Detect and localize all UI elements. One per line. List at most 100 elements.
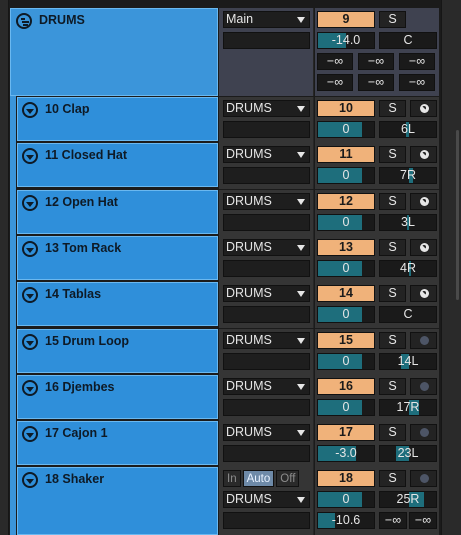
- arm-button[interactable]: [410, 193, 437, 210]
- track-header[interactable]: 13 Tom Rack: [17, 236, 218, 280]
- arm-button[interactable]: [410, 285, 437, 302]
- track-number[interactable]: 18: [317, 470, 375, 487]
- solo-button[interactable]: S: [379, 424, 406, 441]
- track-header[interactable]: 18 Shaker: [17, 467, 218, 535]
- volume-field[interactable]: 0: [317, 306, 375, 323]
- volume-field[interactable]: 0: [317, 491, 375, 508]
- track-header[interactable]: 17 Cajon 1: [17, 421, 218, 465]
- track-output-channel-dropdown[interactable]: [223, 399, 310, 416]
- fold-track-icon[interactable]: [22, 241, 38, 257]
- fold-track-icon[interactable]: [22, 148, 38, 164]
- pan-field[interactable]: 3L: [379, 214, 437, 231]
- track-number[interactable]: 17: [317, 424, 375, 441]
- pan-field[interactable]: 6L: [379, 121, 437, 138]
- track-output-channel-dropdown[interactable]: [223, 445, 310, 462]
- send-b[interactable]: −∞: [409, 512, 437, 529]
- solo-button[interactable]: S: [379, 100, 406, 117]
- arm-button[interactable]: [410, 424, 437, 441]
- fold-track-icon[interactable]: [22, 102, 38, 118]
- track-output-channel-dropdown[interactable]: [223, 353, 310, 370]
- track-output-dropdown[interactable]: DRUMS: [223, 146, 310, 163]
- group-track-header[interactable]: DRUMS: [10, 8, 218, 96]
- group-volume-field[interactable]: -14.0: [317, 32, 375, 49]
- track-output-channel-dropdown[interactable]: [223, 306, 310, 323]
- group-track-number[interactable]: 9: [317, 11, 375, 28]
- solo-button[interactable]: S: [379, 285, 406, 302]
- solo-button[interactable]: S: [379, 239, 406, 256]
- fold-track-icon[interactable]: [22, 195, 38, 211]
- track-header[interactable]: 14 Tablas: [17, 282, 218, 326]
- track-header[interactable]: 16 Djembes: [17, 375, 218, 419]
- track-header[interactable]: 12 Open Hat: [17, 190, 218, 234]
- fold-track-icon[interactable]: [22, 287, 38, 303]
- track-header[interactable]: 15 Drum Loop: [17, 329, 218, 373]
- track-output-channel-dropdown[interactable]: [223, 260, 310, 277]
- track-output-dropdown[interactable]: DRUMS: [223, 100, 310, 117]
- group-output-dropdown[interactable]: Main: [223, 11, 310, 28]
- group-solo-button[interactable]: S: [379, 11, 406, 28]
- extra-volume-field[interactable]: -10.6: [317, 512, 375, 529]
- volume-field[interactable]: 0: [317, 260, 375, 277]
- track-number[interactable]: 14: [317, 285, 375, 302]
- monitor-in-button[interactable]: In: [223, 470, 241, 487]
- volume-field[interactable]: 0: [317, 214, 375, 231]
- arm-button[interactable]: [410, 100, 437, 117]
- group-send-e[interactable]: −∞: [358, 74, 394, 91]
- track-output-channel-dropdown[interactable]: [223, 121, 310, 138]
- track-output-dropdown[interactable]: DRUMS: [223, 332, 310, 349]
- track-number[interactable]: 12: [317, 193, 375, 210]
- track-header[interactable]: 10 Clap: [17, 97, 218, 141]
- arm-button[interactable]: [410, 146, 437, 163]
- track-number[interactable]: 15: [317, 332, 375, 349]
- track-output-channel-dropdown[interactable]: [223, 214, 310, 231]
- pan-field[interactable]: 7R: [379, 167, 437, 184]
- group-fold-icon[interactable]: [16, 13, 32, 29]
- pan-field[interactable]: C: [379, 306, 437, 323]
- group-pan-field[interactable]: C: [379, 32, 437, 49]
- volume-field[interactable]: 0: [317, 399, 375, 416]
- arm-button[interactable]: [410, 470, 437, 487]
- arm-button[interactable]: [410, 332, 437, 349]
- monitor-off-button[interactable]: Off: [276, 470, 300, 487]
- solo-button[interactable]: S: [379, 146, 406, 163]
- group-send-d[interactable]: −∞: [317, 74, 353, 91]
- volume-field[interactable]: 0: [317, 167, 375, 184]
- solo-button[interactable]: S: [379, 470, 406, 487]
- track-output-channel-dropdown[interactable]: [223, 167, 310, 184]
- fold-track-icon[interactable]: [22, 380, 38, 396]
- track-output-dropdown[interactable]: DRUMS: [223, 491, 310, 508]
- track-number[interactable]: 13: [317, 239, 375, 256]
- send-a[interactable]: −∞: [379, 512, 407, 529]
- pan-field[interactable]: 4R: [379, 260, 437, 277]
- track-number[interactable]: 10: [317, 100, 375, 117]
- group-send-f[interactable]: −∞: [399, 74, 435, 91]
- track-number[interactable]: 16: [317, 378, 375, 395]
- fold-track-icon[interactable]: [22, 334, 38, 350]
- group-send-b[interactable]: −∞: [358, 53, 394, 70]
- monitor-auto-button[interactable]: Auto: [242, 470, 275, 487]
- pan-field[interactable]: 17R: [379, 399, 437, 416]
- fold-track-icon[interactable]: [22, 426, 38, 442]
- arm-button[interactable]: [410, 239, 437, 256]
- group-output-channel-dropdown[interactable]: [223, 32, 310, 49]
- track-output-dropdown[interactable]: DRUMS: [223, 285, 310, 302]
- track-output-dropdown[interactable]: DRUMS: [223, 239, 310, 256]
- group-send-a[interactable]: −∞: [317, 53, 353, 70]
- fold-track-icon[interactable]: [22, 472, 38, 488]
- pan-field[interactable]: 25R: [379, 491, 437, 508]
- solo-button[interactable]: S: [379, 332, 406, 349]
- arm-button[interactable]: [410, 378, 437, 395]
- pan-field[interactable]: 23L: [379, 445, 437, 462]
- scrollbar-thumb[interactable]: [456, 130, 459, 300]
- track-output-channel-dropdown[interactable]: [223, 512, 310, 529]
- volume-field[interactable]: 0: [317, 121, 375, 138]
- track-output-dropdown[interactable]: DRUMS: [223, 424, 310, 441]
- solo-button[interactable]: S: [379, 378, 406, 395]
- pan-field[interactable]: 14L: [379, 353, 437, 370]
- track-header[interactable]: 11 Closed Hat: [17, 143, 218, 187]
- volume-field[interactable]: 0: [317, 353, 375, 370]
- group-send-c[interactable]: −∞: [399, 53, 435, 70]
- track-output-dropdown[interactable]: DRUMS: [223, 378, 310, 395]
- solo-button[interactable]: S: [379, 193, 406, 210]
- track-output-dropdown[interactable]: DRUMS: [223, 193, 310, 210]
